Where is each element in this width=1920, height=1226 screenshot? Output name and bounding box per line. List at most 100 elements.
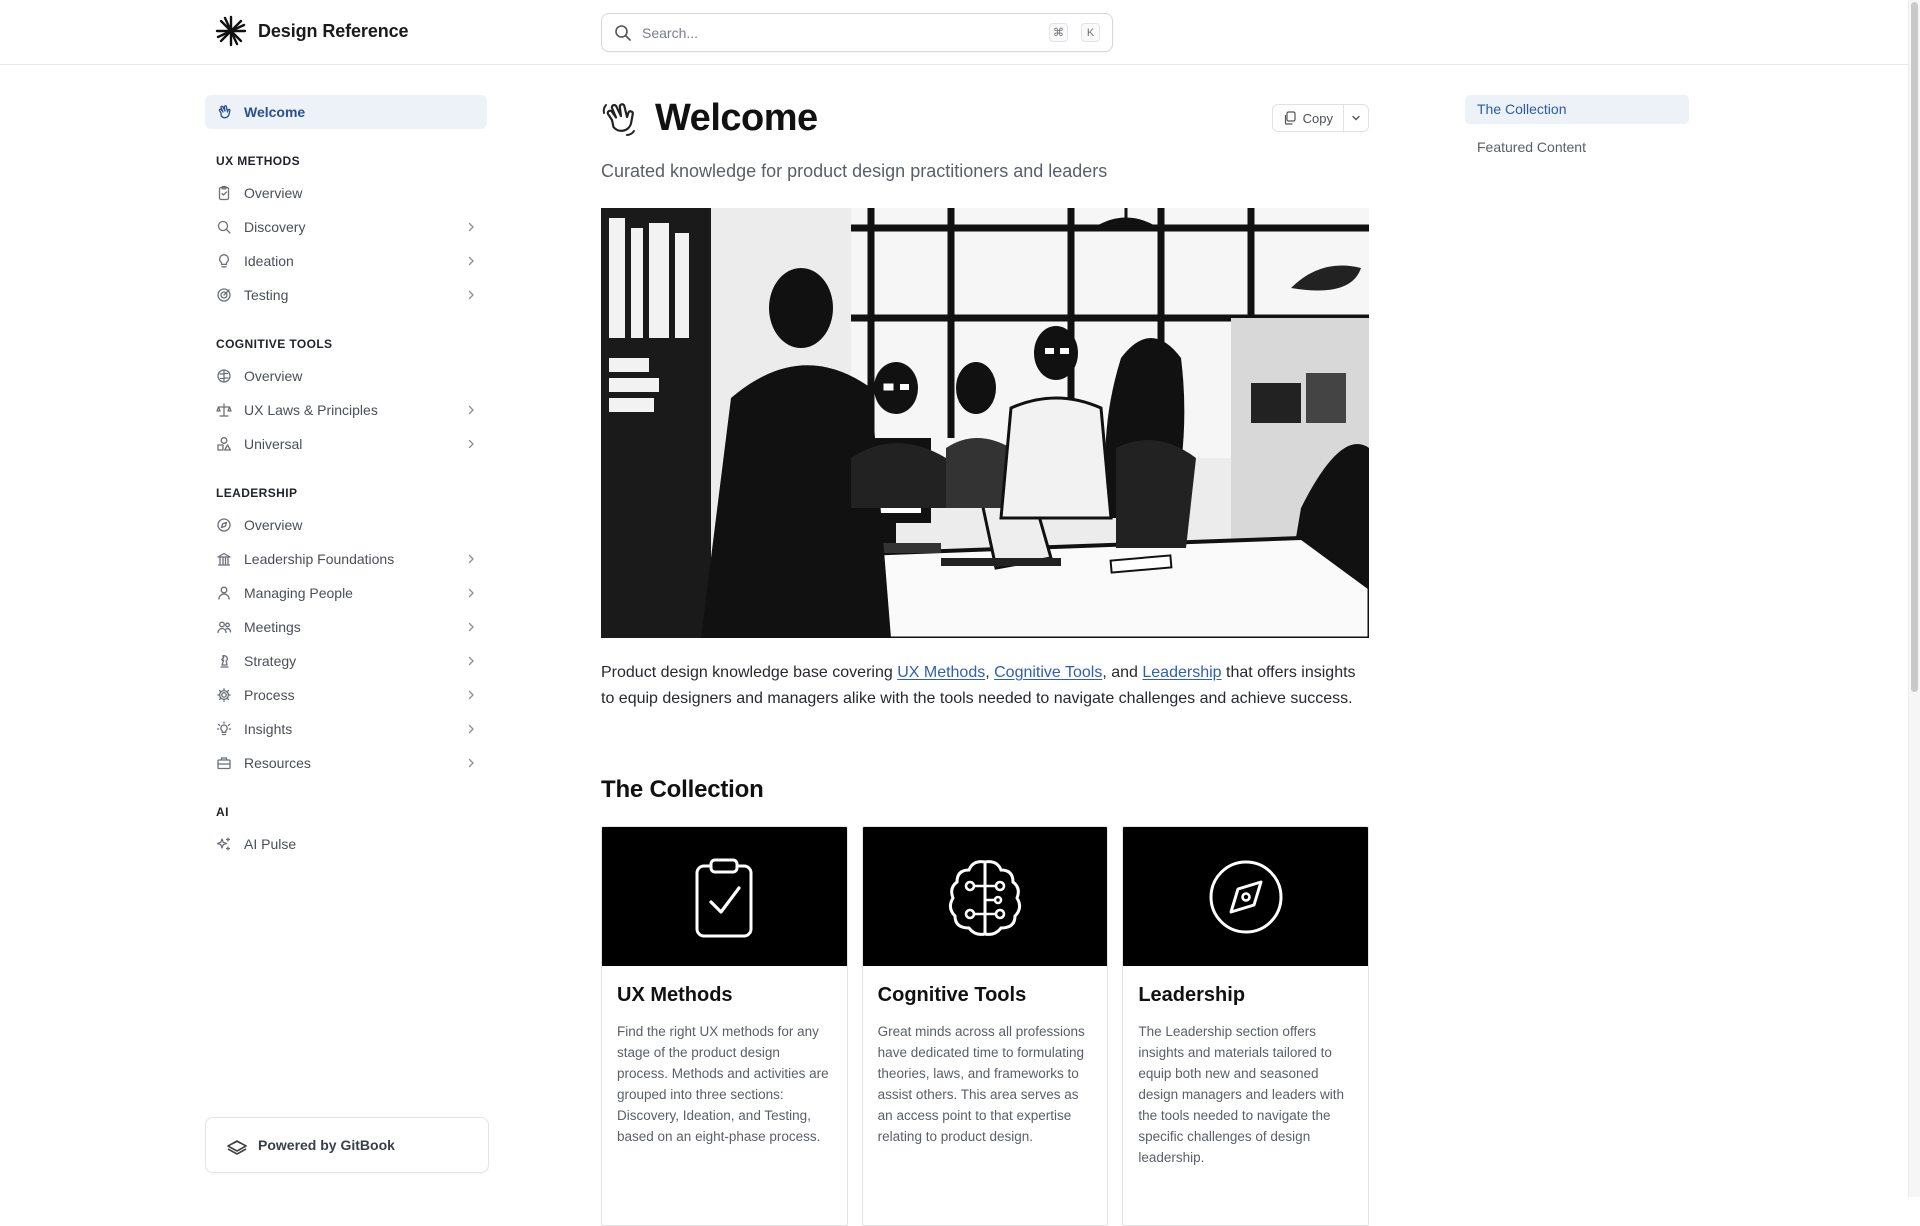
target-icon [216,287,232,303]
sidebar-item-welcome[interactable]: Welcome [205,95,487,129]
person-icon [216,585,232,601]
toc-item-the-collection[interactable]: The Collection [1465,95,1689,124]
page-subtitle: Curated knowledge for product design pra… [601,161,1108,181]
powered-by-gitbook-link[interactable]: Powered by GitBook [205,1117,489,1173]
sidebar-section-title: LEADERSHIP [216,486,298,500]
table-of-contents: The Collection Featured Content [1465,95,1689,171]
logo[interactable]: Design Reference [214,14,409,48]
sidebar-item-label: Meetings [244,619,301,635]
sidebar-item-label: Strategy [244,653,297,669]
sidebar-item-leadership-leadership-foundations[interactable]: Leadership Foundations [205,542,487,576]
sidebar-item-ux-methods-discovery[interactable]: Discovery [205,210,487,244]
main-content: Welcome Copy Curated knowledge for produ… [601,95,1370,1226]
copy-button[interactable]: Copy [1273,105,1344,131]
people-icon [216,619,232,635]
sparkles-icon [216,836,232,852]
page-title: Welcome [655,96,818,139]
card-ux-methods[interactable]: UX Methods Find the right UX methods for… [601,826,848,1226]
sidebar: Welcome UX METHODS Overview Discovery Ideat… [205,95,487,861]
shortcut-key-k: K [1081,23,1100,42]
link-cognitive-tools[interactable]: Cognitive Tools [994,664,1102,681]
asterisk-logo-icon [215,15,247,47]
wave-hand-icon [216,104,232,120]
brain-circuit-icon [948,859,1022,936]
chess-icon [216,653,232,669]
sidebar-item-cognitive-tools-universal[interactable]: Universal [205,427,487,461]
collection-heading: The Collection [601,776,764,803]
sidebar-item-ux-methods-testing[interactable]: Testing [205,278,487,312]
sidebar-item-leadership-process[interactable]: Process [205,678,487,712]
sidebar-item-leadership-overview[interactable]: Overview [205,508,487,542]
scroll-thumb[interactable] [1911,2,1918,692]
sidebar-item-ux-methods-ideation[interactable]: Ideation [205,244,487,278]
sidebar-item-label: Ideation [244,253,294,269]
intro-separator-1: , [985,664,995,681]
search-icon [216,219,232,235]
shortcut-key-cmd: ⌘ [1049,23,1068,42]
link-ux-methods[interactable]: UX Methods [897,664,985,681]
sidebar-item-leadership-managing-people[interactable]: Managing People [205,576,487,610]
chevron-right-icon [468,439,474,449]
copy-page-control: Copy [1271,104,1369,132]
chevron-right-icon [468,690,474,700]
link-leadership[interactable]: Leadership [1142,664,1221,681]
chevron-right-icon [468,256,474,266]
search-placeholder: Search... [642,24,699,41]
chevron-right-icon [468,290,474,300]
lightbulb-icon [216,253,232,269]
chevron-right-icon [468,622,474,632]
collection-cards: UX Methods Find the right UX methods for… [601,826,1370,1226]
hero-illustration [601,208,1369,638]
sidebar-item-label: Overview [244,185,303,201]
card-title: Cognitive Tools [877,984,1027,1006]
sidebar-item-leadership-resources[interactable]: Resources [205,746,487,780]
sidebar-item-leadership-meetings[interactable]: Meetings [205,610,487,644]
chevron-right-icon [468,588,474,598]
sidebar-item-cognitive-tools-overview[interactable]: Overview [205,359,487,393]
copy-dropdown-button[interactable] [1344,105,1368,131]
building-icon [216,551,232,567]
sidebar-item-label: Insights [244,721,293,737]
sidebar-section-title: AI [216,805,229,819]
intro-separator-2: , and [1102,664,1143,681]
office-meeting-illustration [601,208,1369,638]
compass-icon [216,517,232,533]
sidebar-item-label: Welcome [244,104,306,120]
shapes-icon [216,436,232,452]
sidebar-item-label: Overview [244,368,303,384]
sidebar-item-label: AI Pulse [244,836,297,852]
copy-icon [1284,111,1296,125]
chevron-right-icon [468,222,474,232]
sidebar-item-label: Process [244,687,295,703]
sidebar-item-label: Leadership Foundations [244,551,395,567]
toc-item-featured-content[interactable]: Featured Content [1465,133,1689,162]
brain-icon [216,368,232,384]
gitbook-label: Powered by GitBook [258,1137,395,1153]
card-leadership[interactable]: Leadership The Leadership section offers… [1122,826,1370,1226]
chevron-right-icon [468,758,474,768]
sidebar-item-ai-ai-pulse[interactable]: AI Pulse [205,827,487,861]
page-scrollbar[interactable] [1908,0,1920,1197]
chevron-down-icon [1352,115,1360,121]
search-input[interactable]: Search... ⌘ K [601,13,1113,52]
card-cognitive-tools[interactable]: Cognitive Tools Great minds across all p… [861,826,1109,1226]
sidebar-item-label: Overview [244,517,303,533]
card-title: UX Methods [617,984,733,1006]
gear-icon [216,687,232,703]
sidebar-section-title: UX METHODS [216,154,301,168]
sidebar-item-label: UX Laws & Principles [244,402,378,418]
sidebar-item-cognitive-tools-ux-laws-principles[interactable]: UX Laws & Principles [205,393,487,427]
top-bar: Design Reference Search... ⌘ K [0,0,1908,65]
sidebar-item-ux-methods-overview[interactable]: Overview [205,176,487,210]
chevron-right-icon [468,656,474,666]
bulb-rays-icon [216,721,232,737]
card-image [862,827,1108,966]
sidebar-item-leadership-strategy[interactable]: Strategy [205,644,487,678]
sidebar-item-leadership-insights[interactable]: Insights [205,712,487,746]
sidebar-item-label: Discovery [244,219,306,235]
scale-icon [216,402,232,418]
chevron-right-icon [468,405,474,415]
toolbox-icon [216,755,232,771]
page-header: Welcome Copy [601,95,1369,141]
card-description: Great minds across all professions have … [877,1024,1085,1144]
